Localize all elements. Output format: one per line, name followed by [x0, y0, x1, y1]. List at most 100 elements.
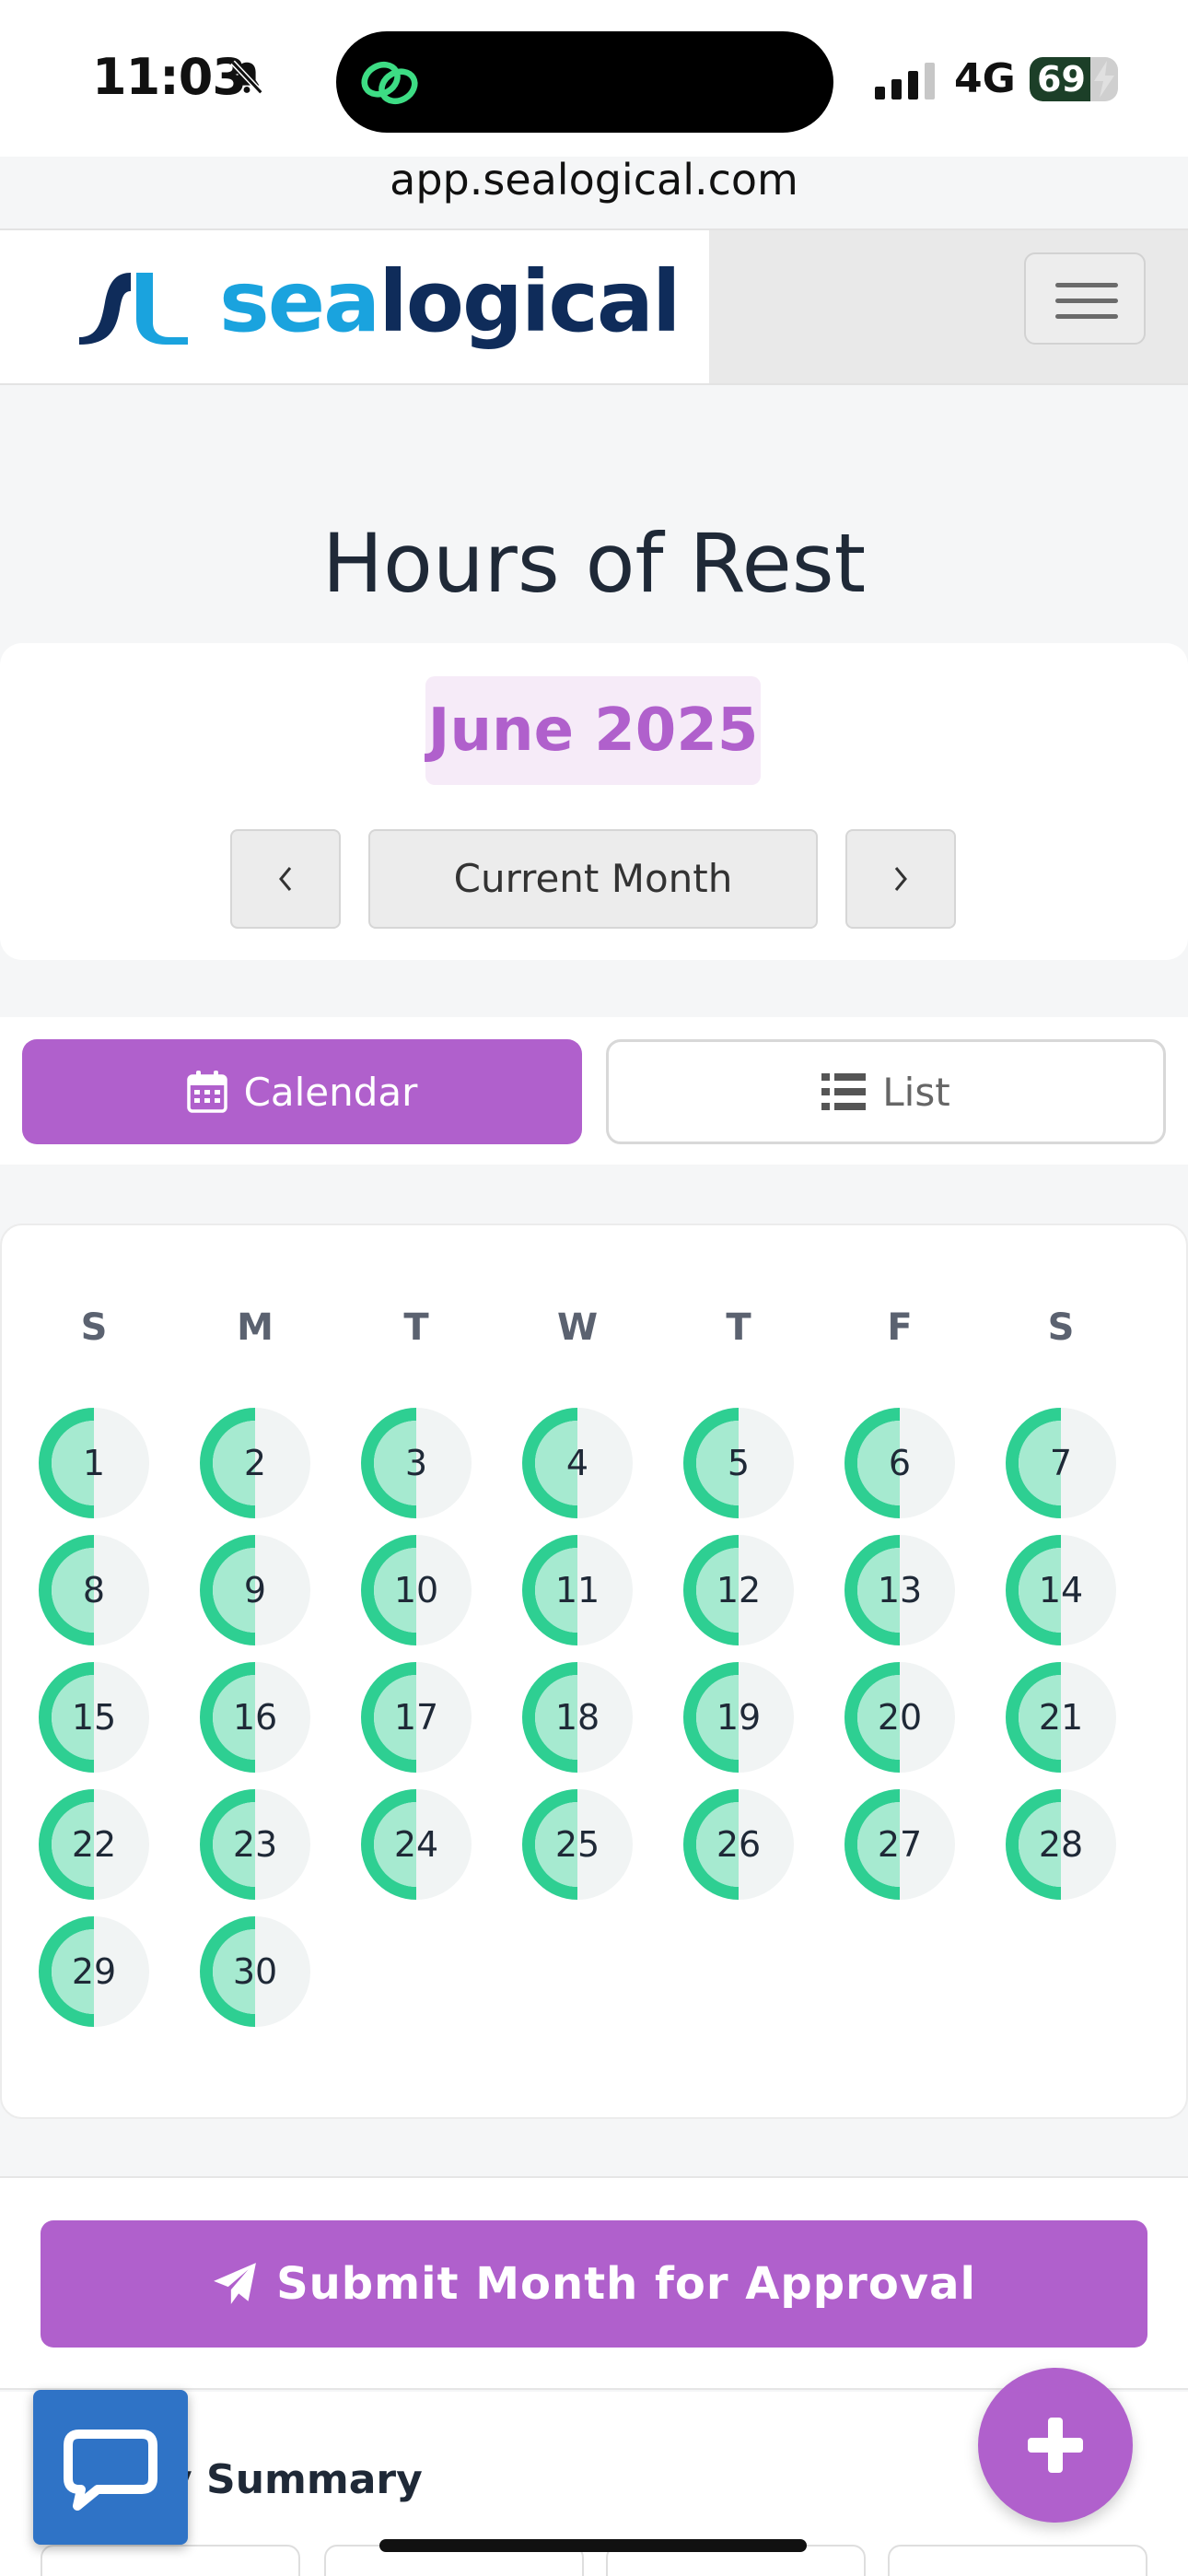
calendar-day[interactable]: 25 [522, 1789, 633, 1900]
calendar-day[interactable]: 13 [844, 1535, 955, 1645]
calendar-day-number: 18 [554, 1697, 600, 1738]
list-view-button[interactable]: List [606, 1039, 1166, 1144]
url-bar[interactable]: app.sealogical.com [0, 155, 1188, 205]
calendar-day[interactable]: 4 [522, 1408, 633, 1518]
calendar-day[interactable]: 29 [39, 1916, 149, 2027]
calendar-day[interactable]: 8 [39, 1535, 149, 1645]
calendar-day-number: 30 [232, 1951, 278, 1992]
calendar-day[interactable]: 30 [200, 1916, 310, 2027]
calendar-day-number: 1 [82, 1443, 106, 1483]
charging-bolt-icon [1094, 61, 1114, 98]
chat-button[interactable] [33, 2390, 188, 2545]
calendar-day-number: 10 [393, 1570, 439, 1610]
link-rings-icon [361, 61, 418, 105]
calendar-day[interactable]: 21 [1006, 1662, 1116, 1773]
calendar-day-number: 8 [82, 1570, 106, 1610]
battery-level: 69 [1037, 59, 1086, 100]
calendar-day[interactable]: 9 [200, 1535, 310, 1645]
calendar-day-number: 29 [71, 1951, 117, 1992]
weekday-label: S [80, 1306, 108, 1349]
calendar-day[interactable]: 3 [361, 1408, 472, 1518]
summary-card [888, 2545, 1147, 2576]
calendar-day-number: 2 [243, 1443, 267, 1483]
calendar-view-label: Calendar [243, 1069, 418, 1115]
calendar-day-number: 24 [393, 1824, 439, 1865]
calendar-day-number: 14 [1038, 1570, 1084, 1610]
calendar-day[interactable]: 27 [844, 1789, 955, 1900]
calendar-view-button[interactable]: Calendar [22, 1039, 582, 1144]
calendar-day-number: 17 [393, 1697, 439, 1738]
calendar-day-number: 5 [727, 1443, 751, 1483]
calendar-day[interactable]: 1 [39, 1408, 149, 1518]
calendar-day-number: 19 [716, 1697, 762, 1738]
network-type: 4G [954, 55, 1016, 102]
sealogical-logo[interactable]: sealogical [219, 252, 681, 351]
calendar-day-number: 23 [232, 1824, 278, 1865]
home-indicator [379, 2539, 807, 2552]
calendar-day-number: 11 [554, 1570, 600, 1610]
calendar-day[interactable]: 11 [522, 1535, 633, 1645]
calendar-day[interactable]: 18 [522, 1662, 633, 1773]
signal-bars-icon [875, 63, 935, 100]
weekday-label: F [887, 1306, 913, 1349]
calendar-day[interactable]: 5 [683, 1408, 794, 1518]
page-title: Hours of Rest [321, 516, 867, 611]
weekday-label: T [403, 1306, 429, 1349]
calendar-day-number: 15 [71, 1697, 117, 1738]
menu-toggle-button[interactable] [1024, 252, 1146, 345]
calendar-grid: SMTWTFS 1 2 3 4 5 6 7 8 9 10 11 12 13 14 15 16 17 18 19 20 2… [0, 1224, 1188, 2119]
weekday-label: T [726, 1306, 751, 1349]
calendar-day[interactable]: 26 [683, 1789, 794, 1900]
calendar-day[interactable]: 24 [361, 1789, 472, 1900]
calendar-day-number: 3 [404, 1443, 428, 1483]
current-month-button[interactable]: Current Month [368, 829, 818, 929]
calendar-day-number: 13 [877, 1570, 923, 1610]
next-month-button[interactable] [845, 829, 956, 929]
list-view-label: List [882, 1069, 950, 1115]
calendar-day-number: 12 [716, 1570, 762, 1610]
calendar-day-number: 27 [877, 1824, 923, 1865]
calendar-day-number: 9 [243, 1570, 267, 1610]
calendar-day[interactable]: 12 [683, 1535, 794, 1645]
calendar-day[interactable]: 16 [200, 1662, 310, 1773]
chat-bubble-icon [64, 2430, 157, 2511]
weekday-label: M [237, 1306, 274, 1349]
view-toggle: Calendar List [0, 1017, 1188, 1165]
submit-month-button[interactable]: Submit Month for Approval [41, 2220, 1147, 2348]
calendar-day-number: 21 [1038, 1697, 1084, 1738]
calendar-day[interactable]: 22 [39, 1789, 149, 1900]
calendar-day-number: 26 [716, 1824, 762, 1865]
sealogical-logo-icon[interactable] [74, 265, 193, 348]
calendar-day[interactable]: 7 [1006, 1408, 1116, 1518]
app-header: sealogical [0, 228, 1188, 385]
calendar-day[interactable]: 2 [200, 1408, 310, 1518]
logo-text-logical: logical [379, 252, 681, 351]
status-time: 11:03 [92, 48, 247, 106]
calendar-day[interactable]: 28 [1006, 1789, 1116, 1900]
summary-card [41, 2545, 300, 2576]
calendar-day[interactable]: 20 [844, 1662, 955, 1773]
calendar-day-number: 22 [71, 1824, 117, 1865]
submit-month-label: Submit Month for Approval [276, 2258, 976, 2310]
plus-icon [1028, 2418, 1083, 2473]
status-bar: 11:03 4G 69 app.sealogical.com [0, 0, 1188, 205]
calendar-day-number: 7 [1049, 1443, 1073, 1483]
calendar-day[interactable]: 14 [1006, 1535, 1116, 1645]
calendar-day[interactable]: 17 [361, 1662, 472, 1773]
chevron-left-icon [279, 867, 292, 891]
calendar-icon [186, 1071, 227, 1113]
calendar-day-number: 6 [888, 1443, 912, 1483]
weekday-label: S [1047, 1306, 1075, 1349]
list-icon [821, 1073, 867, 1110]
chevron-right-icon [894, 867, 907, 891]
calendar-day[interactable]: 19 [683, 1662, 794, 1773]
calendar-day[interactable]: 15 [39, 1662, 149, 1773]
weekday-label: W [556, 1306, 599, 1349]
add-entry-button[interactable] [978, 2368, 1133, 2523]
calendar-day[interactable]: 10 [361, 1535, 472, 1645]
submit-section: Submit Month for Approval [0, 2176, 1188, 2390]
calendar-day-number: 28 [1038, 1824, 1084, 1865]
previous-month-button[interactable] [230, 829, 341, 929]
calendar-day[interactable]: 23 [200, 1789, 310, 1900]
calendar-day[interactable]: 6 [844, 1408, 955, 1518]
